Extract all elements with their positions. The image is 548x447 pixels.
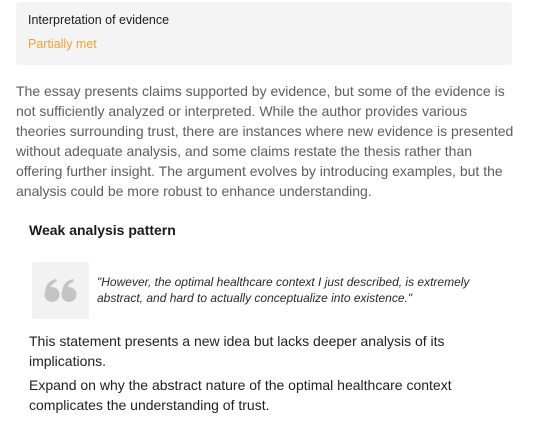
quote-icon xyxy=(44,278,76,302)
status-badge: Partially met xyxy=(28,37,97,51)
evidence-quote: "However, the optimal healthcare context… xyxy=(97,275,470,305)
criterion-title: Interpretation of evidence xyxy=(28,13,170,27)
pattern-heading: Weak analysis pattern xyxy=(29,222,176,238)
pattern-explanation: This statement presents a new idea but l… xyxy=(29,333,445,369)
criterion-card: Interpretation of evidence Partially met xyxy=(16,2,512,65)
pattern-suggestion: Expand on why the abstract nature of the… xyxy=(29,377,452,413)
quote-icon-box xyxy=(32,262,89,319)
feedback-summary: The essay presents claims supported by e… xyxy=(16,83,514,199)
